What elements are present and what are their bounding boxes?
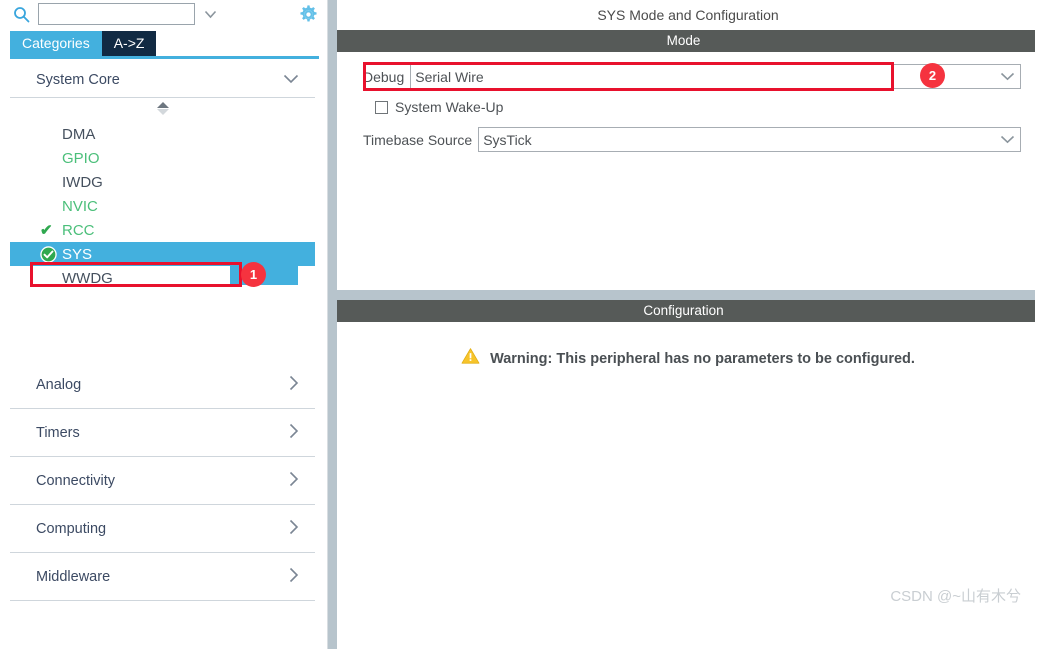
tree-item-rcc[interactable]: ✔ RCC <box>10 218 315 242</box>
category-connectivity[interactable]: Connectivity <box>10 457 315 505</box>
check-circle-icon <box>40 245 62 263</box>
chevron-right-icon[interactable] <box>289 471 299 491</box>
annotation-badge-2: 2 <box>920 63 945 88</box>
search-input[interactable] <box>39 4 200 24</box>
system-wakeup-checkbox[interactable] <box>375 100 388 114</box>
chevron-down-icon[interactable] <box>283 72 299 87</box>
category-list: Analog Timers Connectivity Computing Mid… <box>10 361 315 601</box>
timebase-value: SysTick <box>483 131 532 148</box>
tree-scroll-spinner[interactable] <box>10 98 315 118</box>
warning-triangle-icon <box>461 347 480 370</box>
category-analog[interactable]: Analog <box>10 361 315 409</box>
system-wakeup-row[interactable]: System Wake-Up <box>375 99 1021 115</box>
panel-left-strip <box>328 0 337 649</box>
tree-item-label: IWDG <box>62 173 103 191</box>
category-connectivity-label: Connectivity <box>36 472 115 489</box>
tree-item-sys[interactable]: SYS <box>10 242 315 266</box>
tab-categories[interactable]: Categories <box>10 31 102 56</box>
category-timers-label: Timers <box>36 424 80 441</box>
chevron-right-icon[interactable] <box>289 567 299 587</box>
check-icon: ✔ <box>40 221 53 239</box>
sidebar: Categories A->Z System Core DMA GPIO IWD… <box>0 0 328 649</box>
scroll-down-arrow-icon[interactable] <box>156 108 169 115</box>
tree-item-label: SYS <box>62 245 93 263</box>
mode-section-body: Debug Serial Wire System Wake-Up Timebas… <box>337 52 1039 290</box>
category-middleware-label: Middleware <box>36 568 111 585</box>
category-timers[interactable]: Timers <box>10 409 315 457</box>
category-middleware[interactable]: Middleware <box>10 553 315 601</box>
peripheral-tree: System Core DMA GPIO IWDG NVIC ✔ RCC SYS… <box>10 62 315 649</box>
category-system-core[interactable]: System Core <box>10 62 315 98</box>
tree-item-gpio[interactable]: GPIO <box>10 146 315 170</box>
tree-item-label: WWDG <box>62 269 113 287</box>
debug-label: Debug <box>363 68 405 85</box>
page-title: SYS Mode and Configuration <box>337 0 1039 30</box>
tree-item-label: GPIO <box>62 149 100 167</box>
timebase-label: Timebase Source <box>363 131 473 148</box>
tab-underline <box>10 56 319 59</box>
tree-item-label: RCC <box>62 221 95 239</box>
chevron-right-icon[interactable] <box>289 375 299 395</box>
search-combo[interactable] <box>38 3 216 25</box>
scroll-up-arrow-icon[interactable] <box>156 101 169 108</box>
section-divider <box>328 290 1039 300</box>
chevron-right-icon[interactable] <box>289 423 299 443</box>
tab-a-to-z[interactable]: A->Z <box>101 31 157 56</box>
tree-item-label: NVIC <box>62 197 98 215</box>
system-wakeup-label: System Wake-Up <box>395 99 504 115</box>
configuration-section-header: Configuration <box>328 300 1039 322</box>
tree-item-label: DMA <box>62 125 96 143</box>
chevron-down-icon[interactable] <box>994 135 1020 144</box>
panel-right-edge <box>1035 0 1039 649</box>
warning-row: Warning: This peripheral has no paramete… <box>337 322 1039 370</box>
gear-icon[interactable] <box>295 1 321 27</box>
timebase-combo[interactable]: SysTick <box>478 127 1021 152</box>
tree-item-dma[interactable]: DMA <box>10 122 315 146</box>
tree-item-iwdg[interactable]: IWDG <box>10 170 315 194</box>
category-analog-label: Analog <box>36 376 82 393</box>
watermark: CSDN @~山有木兮 <box>890 588 1021 605</box>
debug-value: Serial Wire <box>415 68 484 85</box>
search-row <box>0 0 327 28</box>
category-computing[interactable]: Computing <box>10 505 315 553</box>
mode-section-header: Mode <box>328 30 1039 52</box>
annotation-badge-1: 1 <box>241 262 266 287</box>
tree-item-nvic[interactable]: NVIC <box>10 194 315 218</box>
category-system-core-label: System Core <box>36 71 120 88</box>
timebase-row: Timebase Source SysTick <box>363 127 1021 152</box>
main-panel: SYS Mode and Configuration Mode Debug Se… <box>328 0 1039 649</box>
chevron-down-icon[interactable] <box>994 72 1020 81</box>
search-icon[interactable] <box>10 3 32 25</box>
category-computing-label: Computing <box>36 520 107 537</box>
configuration-section-body: Warning: This peripheral has no paramete… <box>337 322 1039 618</box>
sidebar-tabs: Categories A->Z <box>0 28 327 56</box>
warning-text: Warning: This peripheral has no paramete… <box>490 350 915 367</box>
chevron-right-icon[interactable] <box>289 519 299 539</box>
chevron-down-icon[interactable] <box>200 4 220 24</box>
